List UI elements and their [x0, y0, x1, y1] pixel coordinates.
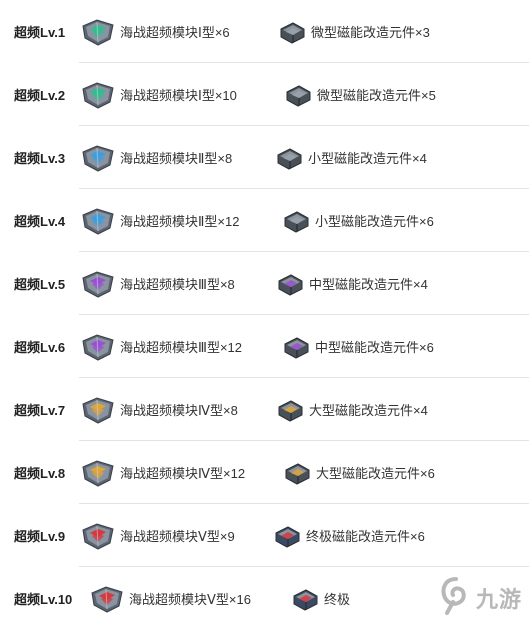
- module-material: 海战超频模块Ⅱ型×8: [80, 126, 232, 189]
- module-material: 海战超频模块Ⅱ型×12: [80, 189, 239, 252]
- magnetic-part-icon: [278, 399, 303, 422]
- level-label: 超频Lv.1: [14, 25, 66, 40]
- armor-module-icon: [91, 585, 123, 613]
- watermark: 九游: [438, 572, 526, 622]
- module-material: 海战超频模块Ⅳ型×8: [80, 378, 238, 441]
- level-label: 超频Lv.2: [14, 88, 66, 103]
- module-material: 海战超频模块Ⅲ型×12: [80, 315, 242, 378]
- table-row: 超频Lv.4 海战超频模块Ⅱ型×12 小型磁能改造元件×6: [0, 189, 529, 252]
- part-label: 微型磁能改造元件×3: [311, 25, 430, 40]
- module-material: 海战超频模块Ⅰ型×6: [80, 0, 230, 63]
- armor-module-icon: [82, 396, 114, 424]
- part-label: 中型磁能改造元件×6: [315, 340, 434, 355]
- magnetic-part-icon: [293, 588, 318, 611]
- level-label: 超频Lv.6: [14, 340, 66, 355]
- table-row: 超频Lv.7 海战超频模块Ⅳ型×8 大型磁能改造元件×4: [0, 378, 529, 441]
- module-label: 海战超频模块Ⅳ型×12: [120, 466, 246, 481]
- level-label: 超频Lv.4: [14, 214, 66, 229]
- magnetic-part-icon: [286, 84, 311, 107]
- module-label: 海战超频模块Ⅱ型×12: [120, 214, 240, 229]
- part-material: 大型磁能改造元件×4: [275, 378, 428, 441]
- part-material: 中型磁能改造元件×6: [281, 315, 434, 378]
- armor-module-icon: [82, 144, 114, 172]
- module-material: 海战超频模块Ⅴ型×9: [80, 504, 235, 567]
- part-label: 中型磁能改造元件×4: [309, 277, 428, 292]
- armor-module-icon: [82, 81, 114, 109]
- part-material: 小型磁能改造元件×4: [274, 126, 427, 189]
- part-label: 大型磁能改造元件×4: [309, 403, 428, 418]
- part-label: 大型磁能改造元件×6: [316, 466, 435, 481]
- module-material: 海战超频模块Ⅴ型×16: [89, 567, 251, 630]
- table-row: 超频Lv.3 海战超频模块Ⅱ型×8 小型磁能改造元件×4: [0, 126, 529, 189]
- armor-module-icon: [82, 459, 114, 487]
- module-label: 海战超频模块Ⅰ型×6: [120, 25, 230, 40]
- module-material: 海战超频模块Ⅳ型×12: [80, 441, 245, 504]
- part-label: 小型磁能改造元件×4: [308, 151, 427, 166]
- table-row: 超频Lv.8 海战超频模块Ⅳ型×12 大型磁能改造元件×6: [0, 441, 529, 504]
- magnetic-part-icon: [280, 21, 305, 44]
- part-material: 微型磁能改造元件×5: [283, 63, 436, 126]
- module-label: 海战超频模块Ⅳ型×8: [120, 403, 238, 418]
- magnetic-part-icon: [284, 336, 309, 359]
- module-label: 海战超频模块Ⅰ型×10: [120, 88, 237, 103]
- module-label: 海战超频模块Ⅴ型×9: [120, 529, 235, 544]
- part-label: 微型磁能改造元件×5: [317, 88, 436, 103]
- armor-module-icon: [82, 270, 114, 298]
- jiuyou-logo-icon: [441, 577, 466, 615]
- armor-module-icon: [82, 333, 114, 361]
- part-label: 小型磁能改造元件×6: [315, 214, 434, 229]
- table-row: 超频Lv.1 海战超频模块Ⅰ型×6 微型磁能改造元件×3: [0, 0, 529, 63]
- module-label: 海战超频模块Ⅴ型×16: [129, 592, 251, 607]
- module-label: 海战超频模块Ⅲ型×8: [120, 277, 235, 292]
- part-material: 终极磁能改造元件×6: [272, 504, 425, 567]
- part-material: 终极: [290, 567, 350, 630]
- level-label: 超频Lv.10: [14, 592, 73, 607]
- watermark-text: 九游: [476, 588, 523, 613]
- level-label: 超频Lv.9: [14, 529, 66, 544]
- module-label: 海战超频模块Ⅲ型×12: [120, 340, 243, 355]
- table-row: 超频Lv.9 海战超频模块Ⅴ型×9 终极磁能改造元件×6: [0, 504, 529, 567]
- level-label: 超频Lv.3: [14, 151, 66, 166]
- module-label: 海战超频模块Ⅱ型×8: [120, 151, 233, 166]
- magnetic-part-icon: [275, 525, 300, 548]
- armor-module-icon: [82, 522, 114, 550]
- magnetic-part-icon: [285, 462, 310, 485]
- level-label: 超频Lv.7: [14, 403, 66, 418]
- part-material: 中型磁能改造元件×4: [275, 252, 428, 315]
- table-row: 超频Lv.6 海战超频模块Ⅲ型×12 中型磁能改造元件×6: [0, 315, 529, 378]
- part-material: 小型磁能改造元件×6: [281, 189, 434, 252]
- magnetic-part-icon: [277, 147, 302, 170]
- magnetic-part-icon: [278, 273, 303, 296]
- armor-module-icon: [82, 18, 114, 46]
- armor-module-icon: [82, 207, 114, 235]
- part-label: 终极: [324, 592, 351, 607]
- part-material: 大型磁能改造元件×6: [282, 441, 435, 504]
- magnetic-part-icon: [284, 210, 309, 233]
- table-row: 超频Lv.5 海战超频模块Ⅲ型×8 中型磁能改造元件×4: [0, 252, 529, 315]
- table-row: 超频Lv.2 海战超频模块Ⅰ型×10 微型磁能改造元件×5: [0, 63, 529, 126]
- part-label: 终极磁能改造元件×6: [306, 529, 425, 544]
- level-label: 超频Lv.5: [14, 277, 66, 292]
- module-material: 海战超频模块Ⅲ型×8: [80, 252, 235, 315]
- level-label: 超频Lv.8: [14, 466, 66, 481]
- module-material: 海战超频模块Ⅰ型×10: [80, 63, 237, 126]
- part-material: 微型磁能改造元件×3: [277, 0, 430, 63]
